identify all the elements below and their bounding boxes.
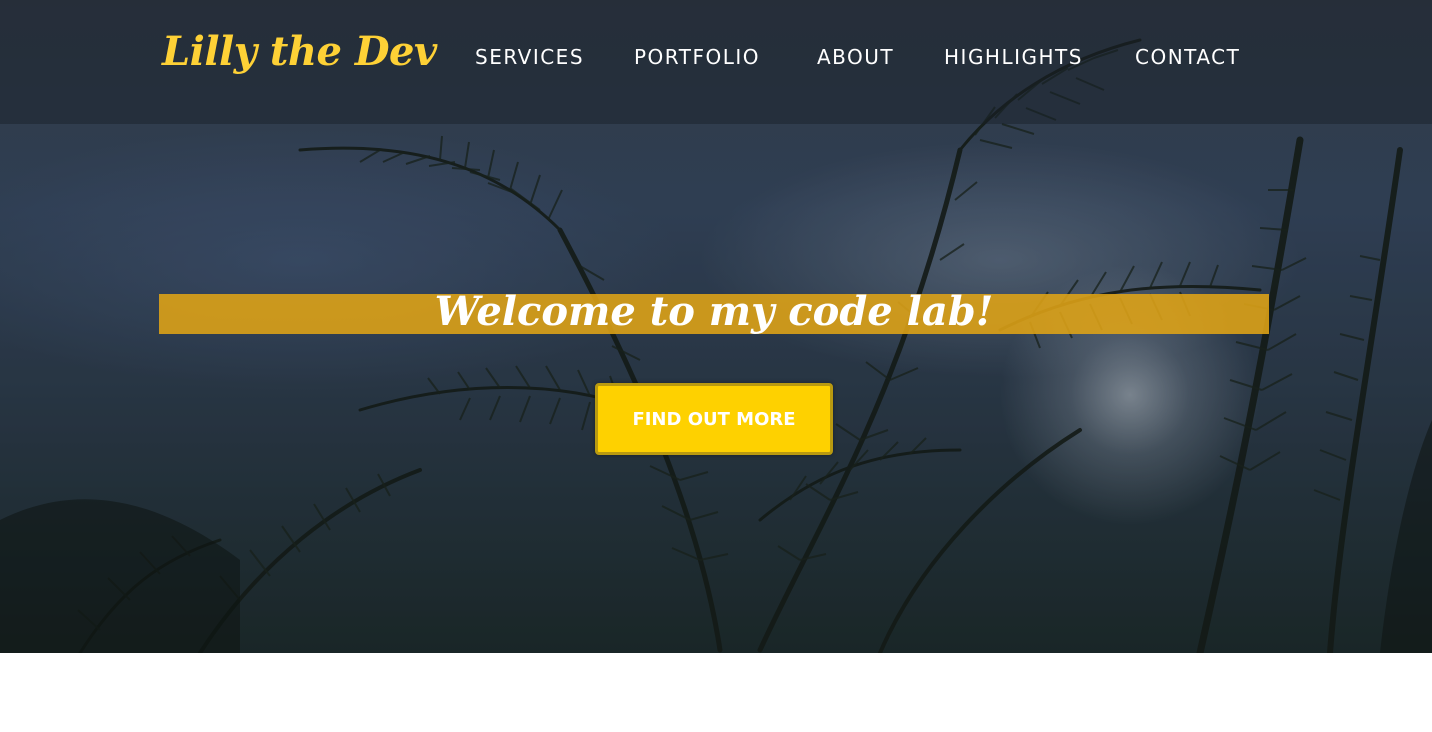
top-navbar: Lilly the Dev SERVICES PORTFOLIO ABOUT H…	[0, 0, 1432, 124]
find-out-more-button[interactable]: FIND OUT MORE	[595, 383, 833, 455]
nav-link-contact[interactable]: CONTACT	[1135, 45, 1240, 69]
nav-link-services[interactable]: SERVICES	[475, 45, 584, 69]
nav-link-highlights[interactable]: HIGHLIGHTS	[944, 45, 1083, 69]
nav-menu: SERVICES PORTFOLIO ABOUT HIGHLIGHTS CONT…	[0, 45, 1432, 75]
nav-link-about[interactable]: ABOUT	[817, 45, 894, 69]
hero-heading: Welcome to my code lab!	[434, 288, 994, 335]
hero-section: Lilly the Dev SERVICES PORTFOLIO ABOUT H…	[0, 0, 1432, 653]
nav-link-portfolio[interactable]: PORTFOLIO	[634, 45, 760, 69]
